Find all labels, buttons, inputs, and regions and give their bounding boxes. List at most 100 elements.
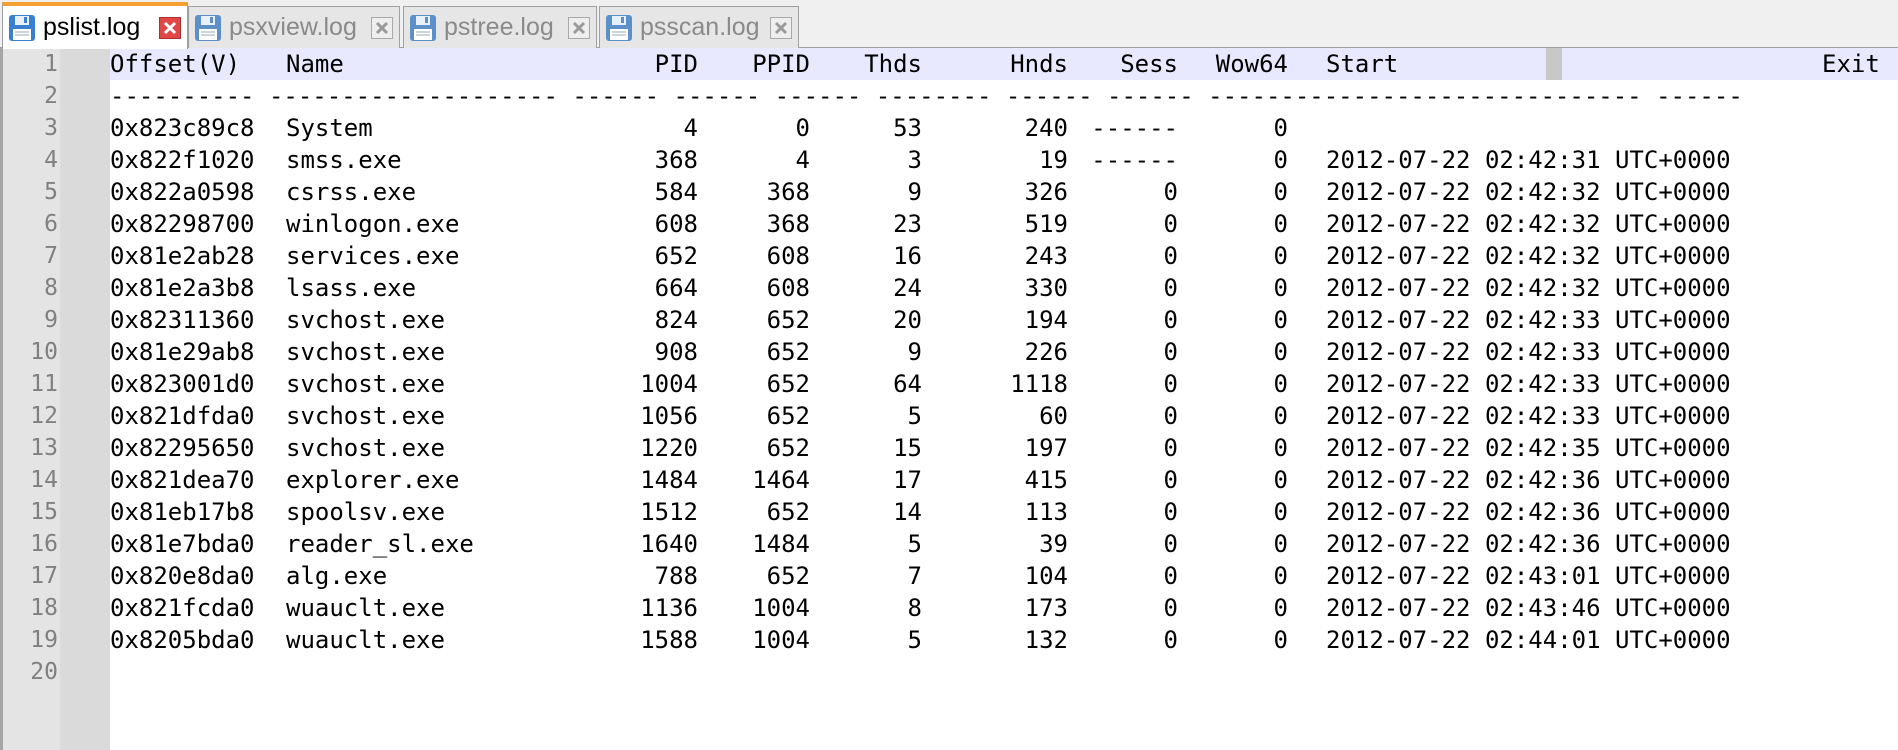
cell-ppid: 4 <box>795 146 810 174</box>
cell-start: 2012-07-22 02:42:32 UTC+0000 <box>1326 274 1731 302</box>
cell-hnds: 39 <box>1039 530 1068 558</box>
editor-area[interactable]: 1 2 3 4 5 6 7 8 9 10 11 12 13 14 15 16 17 18 19 20 Offset(V… <box>0 48 1898 750</box>
cell-sess: 0 <box>1163 434 1178 462</box>
cell-sess: 0 <box>1163 594 1178 622</box>
cell-thds: 16 <box>893 242 922 270</box>
table-row[interactable]: 0x823c89c8 System 4 0 53 240 ------ 0 <box>110 112 1898 144</box>
cell-sess: 0 <box>1163 306 1178 334</box>
fold-margin <box>60 48 110 750</box>
table-row[interactable]: 0x81e2ab28 services.exe 652 608 16 243 0 0 2012-… <box>110 240 1898 272</box>
cell-ppid: 652 <box>766 306 810 334</box>
line-number: 3 <box>44 115 58 141</box>
tab-pstree-log[interactable]: pstree.log <box>403 6 597 48</box>
cell-wow64: 0 <box>1273 306 1288 334</box>
line-number: 16 <box>30 531 58 557</box>
cell-thds: 23 <box>893 210 922 238</box>
header-thds: Thds <box>864 50 922 78</box>
cell-thds: 17 <box>893 466 922 494</box>
cell-name: svchost.exe <box>286 370 445 398</box>
cell-sess: 0 <box>1163 466 1178 494</box>
cell-sess: 0 <box>1163 498 1178 526</box>
cell-sess: ------ <box>1091 114 1178 142</box>
tab-pslist-log[interactable]: pslist.log <box>2 2 188 49</box>
cell-sess: 0 <box>1163 530 1178 558</box>
cell-hnds: 173 <box>1024 594 1068 622</box>
cell-thds: 24 <box>893 274 922 302</box>
cell-ppid: 368 <box>766 178 810 206</box>
cell-name: svchost.exe <box>286 338 445 366</box>
cell-thds: 15 <box>893 434 922 462</box>
header-wow64: Wow64 <box>1215 50 1288 78</box>
cell-name: System <box>286 114 373 142</box>
cell-pid: 584 <box>654 178 698 206</box>
tab-label: psscan.log <box>640 13 760 41</box>
cell-start: 2012-07-22 02:42:36 UTC+0000 <box>1326 530 1731 558</box>
separator-line[interactable]: ---------- -------------------- ------ -… <box>110 80 1898 112</box>
close-icon[interactable] <box>159 16 181 39</box>
cell-hnds: 197 <box>1024 434 1068 462</box>
tab-psxview-log[interactable]: psxview.log <box>188 6 400 48</box>
table-row[interactable]: 0x81e7bda0 reader_sl.exe 1640 1484 5 39 0 0 2012… <box>110 528 1898 560</box>
header-sess: Sess <box>1120 50 1178 78</box>
cell-thds: 9 <box>907 178 922 206</box>
floppy-save-icon <box>193 13 223 43</box>
cell-pid: 1136 <box>640 594 698 622</box>
cell-pid: 1588 <box>640 626 698 654</box>
cell-thds: 3 <box>907 146 922 174</box>
cell-name: svchost.exe <box>286 402 445 430</box>
line-number: 1 <box>44 51 58 77</box>
cell-ppid: 1004 <box>752 594 810 622</box>
line-number: 17 <box>30 563 58 589</box>
cell-wow64: 0 <box>1273 210 1288 238</box>
cell-offset: 0x820e8da0 <box>110 562 255 590</box>
cell-offset: 0x8205bda0 <box>110 626 255 654</box>
cell-offset: 0x822a0598 <box>110 178 255 206</box>
table-row[interactable]: 0x82298700 winlogon.exe 608 368 23 519 0 0 2012-… <box>110 208 1898 240</box>
table-row[interactable]: 0x81eb17b8 spoolsv.exe 1512 652 14 113 0 0 2012-… <box>110 496 1898 528</box>
table-row[interactable]: 0x81e29ab8 svchost.exe 908 652 9 226 0 0 2012-07… <box>110 336 1898 368</box>
tab-psscan-log[interactable]: psscan.log <box>599 6 799 48</box>
cell-name: wuauclt.exe <box>286 594 445 622</box>
cell-pid: 608 <box>654 210 698 238</box>
cell-wow64: 0 <box>1273 434 1288 462</box>
close-icon[interactable] <box>371 16 393 39</box>
floppy-save-icon <box>604 13 634 43</box>
table-row[interactable]: 0x8205bda0 wuauclt.exe 1588 1004 5 132 0 0 2012-… <box>110 624 1898 656</box>
cell-wow64: 0 <box>1273 530 1288 558</box>
cell-hnds: 519 <box>1024 210 1068 238</box>
header-line[interactable]: Offset(V) Name PID PPID Thds Hnds Sess Wow64 Sta… <box>110 48 1898 80</box>
cell-name: csrss.exe <box>286 178 417 206</box>
cell-offset: 0x821dea70 <box>110 466 255 494</box>
cell-start: 2012-07-22 02:43:46 UTC+0000 <box>1326 594 1731 622</box>
table-row[interactable]: 0x823001d0 svchost.exe 1004 652 64 1118 0 0 2012… <box>110 368 1898 400</box>
close-icon[interactable] <box>770 16 792 39</box>
table-row[interactable]: 0x821dfda0 svchost.exe 1056 652 5 60 0 0 2012-07… <box>110 400 1898 432</box>
cell-offset: 0x81eb17b8 <box>110 498 255 526</box>
table-row[interactable]: 0x820e8da0 alg.exe 788 652 7 104 0 0 2012-07-22 … <box>110 560 1898 592</box>
cell-offset: 0x821dfda0 <box>110 402 255 430</box>
cell-wow64: 0 <box>1273 114 1288 142</box>
cell-pid: 1056 <box>640 402 698 430</box>
cell-start: 2012-07-22 02:42:31 UTC+0000 <box>1326 146 1731 174</box>
cell-start: 2012-07-22 02:42:33 UTC+0000 <box>1326 370 1731 398</box>
cell-offset: 0x81e7bda0 <box>110 530 255 558</box>
cell-sess: 0 <box>1163 210 1178 238</box>
table-row[interactable]: 0x822a0598 csrss.exe 584 368 9 326 0 0 2012-07-2… <box>110 176 1898 208</box>
line-number: 7 <box>44 243 58 269</box>
cell-sess: 0 <box>1163 178 1178 206</box>
tab-label: pstree.log <box>444 13 554 41</box>
header-exit: Exit <box>1822 50 1880 78</box>
table-row[interactable]: 0x82295650 svchost.exe 1220 652 15 197 0 0 2012-… <box>110 432 1898 464</box>
table-row[interactable]: 0x821fcda0 wuauclt.exe 1136 1004 8 173 0 0 2012-… <box>110 592 1898 624</box>
tab-bar: pslist.log psxview.log pstree.log psscan.lo… <box>0 0 1898 49</box>
table-row[interactable]: 0x822f1020 smss.exe 368 4 3 19 ------ 0 2012-07-… <box>110 144 1898 176</box>
cell-name: smss.exe <box>286 146 402 174</box>
cell-pid: 664 <box>654 274 698 302</box>
cell-ppid: 652 <box>766 338 810 366</box>
cell-ppid: 652 <box>766 562 810 590</box>
close-icon[interactable] <box>568 16 590 39</box>
table-row[interactable]: 0x82311360 svchost.exe 824 652 20 194 0 0 2012-0… <box>110 304 1898 336</box>
table-row[interactable]: 0x821dea70 explorer.exe 1484 1464 17 415 0 0 201… <box>110 464 1898 496</box>
cell-pid: 1640 <box>640 530 698 558</box>
table-row[interactable]: 0x81e2a3b8 lsass.exe 664 608 24 330 0 0 2012-07-… <box>110 272 1898 304</box>
